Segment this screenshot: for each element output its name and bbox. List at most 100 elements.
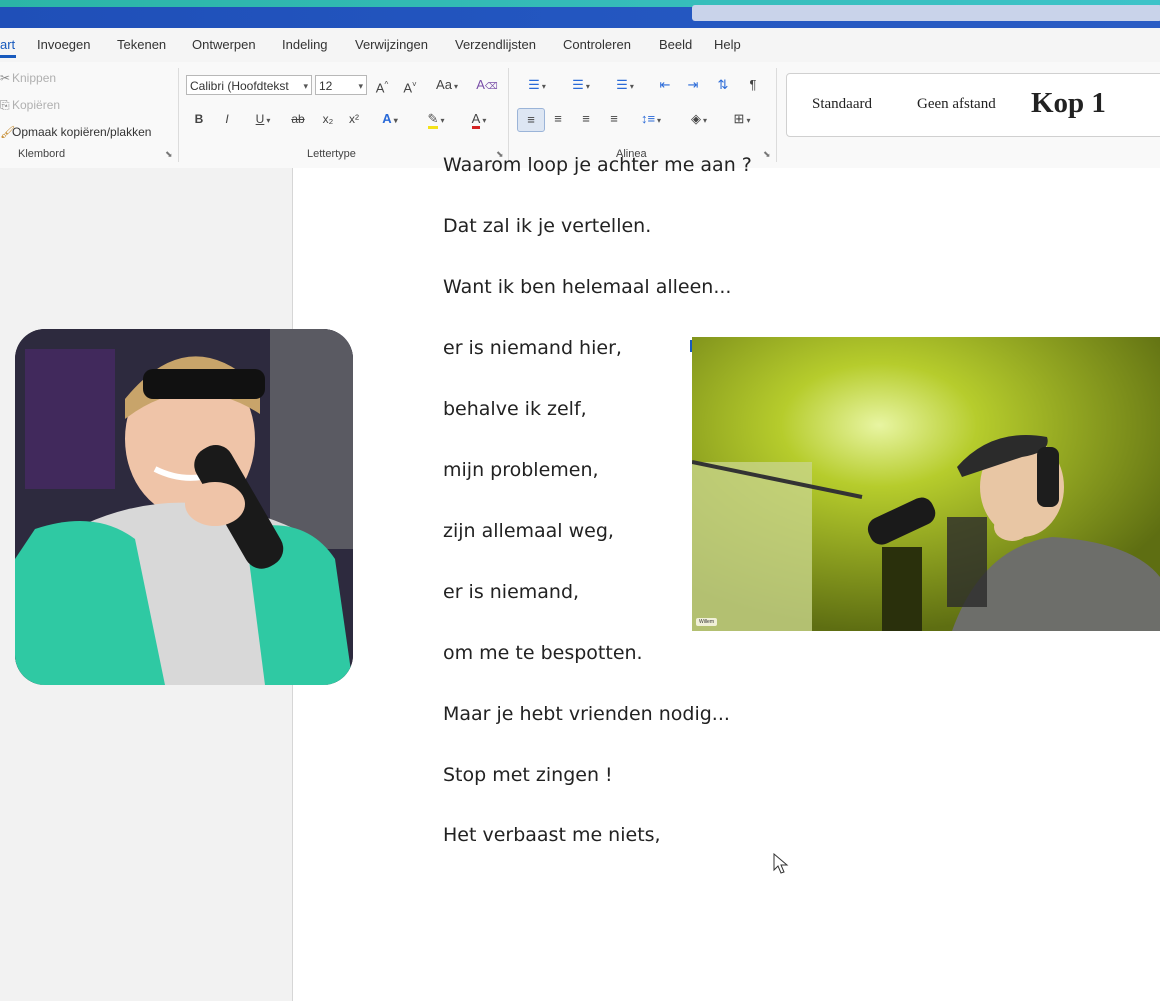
tab-controleren[interactable]: Controleren bbox=[563, 37, 631, 52]
document-line: Het verbaast me niets, bbox=[443, 824, 661, 846]
chevron-down-icon: ▾ bbox=[358, 81, 363, 91]
tab-verzendlijsten[interactable]: Verzendlijsten bbox=[455, 37, 536, 52]
italic-button[interactable]: I bbox=[218, 108, 236, 130]
webcam-overlay-guest: Willem bbox=[692, 337, 1160, 631]
active-tab-indicator bbox=[0, 55, 16, 58]
styles-gallery: Standaard Geen afstand Kop 1 bbox=[786, 73, 1160, 137]
tab-indeling[interactable]: Indeling bbox=[282, 37, 328, 52]
chevron-down-icon: ▾ bbox=[393, 116, 398, 125]
superscript-button[interactable]: x² bbox=[344, 108, 364, 130]
align-left-icon[interactable]: ≡ bbox=[517, 108, 545, 132]
document-line: er is niemand, bbox=[443, 581, 580, 603]
chevron-down-icon: ▾ bbox=[746, 116, 751, 125]
ribbon-tabs: art Invoegen Tekenen Ontwerpen Indeling … bbox=[0, 28, 1160, 62]
style-kop-1[interactable]: Kop 1 bbox=[1031, 87, 1106, 120]
bullets-button[interactable]: ☰ ▾ bbox=[519, 74, 555, 96]
document-line: Stop met zingen ! bbox=[443, 764, 613, 786]
streamer-image bbox=[15, 329, 353, 685]
line-spacing-button[interactable]: ↕≡ ▾ bbox=[632, 108, 670, 130]
document-line: behalve ik zelf, bbox=[443, 398, 587, 420]
borders-button[interactable]: ⊞ ▾ bbox=[724, 108, 760, 130]
document-line: om me te bespotten. bbox=[443, 642, 643, 664]
underline-button[interactable]: U ▾ bbox=[245, 108, 281, 130]
tab-invoegen[interactable]: Invoegen bbox=[37, 37, 91, 52]
chevron-down-icon: ▾ bbox=[482, 116, 487, 125]
copy-button[interactable]: ⎘ Kopiëren bbox=[0, 98, 60, 113]
tab-beeld[interactable]: Beeld bbox=[659, 37, 692, 52]
grow-font-button[interactable]: A^ bbox=[372, 74, 392, 96]
search-box[interactable] bbox=[692, 5, 1160, 21]
group-divider bbox=[508, 68, 509, 162]
subscript-button[interactable]: x₂ bbox=[318, 108, 338, 130]
tab-tekenen[interactable]: Tekenen bbox=[117, 37, 166, 52]
font-group-label: Lettertype bbox=[307, 148, 356, 160]
paint-bucket-icon: ◈ bbox=[690, 111, 701, 126]
show-formatting-button[interactable]: ¶ bbox=[743, 74, 763, 96]
chevron-down-icon: ▾ bbox=[657, 116, 662, 125]
chevron-down-icon: ▾ bbox=[702, 116, 707, 125]
copy-icon: ⎘ bbox=[0, 98, 10, 112]
document-line: Want ik ben helemaal alleen... bbox=[443, 276, 732, 298]
font-name-combo[interactable]: Calibri (Hoofdtekst ▾ bbox=[186, 75, 312, 95]
bullet-list-icon: ☰ bbox=[528, 77, 540, 92]
cut-label: Knippen bbox=[12, 71, 57, 85]
chevron-down-icon: ▾ bbox=[453, 82, 458, 91]
change-case-label: Aa bbox=[436, 77, 452, 92]
format-painter-button[interactable]: 🖌Opmaak kopiëren/plakken bbox=[0, 125, 151, 139]
decrease-indent-icon[interactable]: ⇤ bbox=[654, 74, 676, 96]
mouse-pointer-icon bbox=[773, 853, 789, 874]
borders-icon: ⊞ bbox=[733, 111, 745, 126]
chevron-down-icon: ▾ bbox=[629, 82, 634, 91]
font-color-button[interactable]: A ▾ bbox=[460, 108, 498, 130]
font-name-value: Calibri (Hoofdtekst bbox=[190, 79, 289, 93]
ribbon: ✂ Knippen ⎘ Kopiëren 🖌Opmaak kopiëren/plak… bbox=[0, 62, 1160, 169]
sort-icon[interactable]: ⇅ bbox=[712, 74, 734, 96]
highlight-button[interactable]: ✎ ▾ bbox=[417, 108, 455, 130]
guest-image bbox=[692, 337, 1160, 631]
style-geen-afstand[interactable]: Geen afstand bbox=[917, 96, 996, 113]
strikethrough-button[interactable]: ab bbox=[287, 108, 309, 130]
document-line: Dat zal ik je vertellen. bbox=[443, 215, 652, 237]
change-case-button[interactable]: Aa ▾ bbox=[429, 74, 465, 96]
tab-verwijzingen[interactable]: Verwijzingen bbox=[355, 37, 428, 52]
clear-formatting-icon[interactable]: A⌫ bbox=[476, 74, 498, 96]
align-center-icon[interactable]: ≡ bbox=[547, 108, 569, 130]
font-size-combo[interactable]: 12 ▾ bbox=[315, 75, 367, 95]
justify-icon[interactable]: ≡ bbox=[603, 108, 625, 130]
document-line: Maar je hebt vrienden nodig... bbox=[443, 703, 730, 725]
increase-indent-icon[interactable]: ⇥ bbox=[682, 74, 704, 96]
chevron-down-icon: ▾ bbox=[303, 81, 308, 91]
underline-label: U bbox=[255, 112, 265, 126]
document-line: mijn problemen, bbox=[443, 459, 599, 481]
group-divider bbox=[776, 68, 777, 162]
line-spacing-icon: ↕≡ bbox=[640, 111, 656, 126]
align-right-icon[interactable]: ≡ bbox=[575, 108, 597, 130]
copy-label: Kopiëren bbox=[12, 98, 61, 112]
tab-start[interactable]: art bbox=[0, 37, 15, 52]
document-line: er is niemand hier, bbox=[443, 337, 622, 359]
text-effects-button[interactable]: A ▾ bbox=[373, 108, 407, 130]
shading-button[interactable]: ◈ ▾ bbox=[681, 108, 717, 130]
webcam-overlay-streamer bbox=[15, 329, 353, 685]
bold-button[interactable]: B bbox=[190, 108, 208, 130]
paragraph-launcher-icon[interactable]: ⬊ bbox=[763, 149, 771, 160]
tab-ontwerpen[interactable]: Ontwerpen bbox=[192, 37, 256, 52]
cut-button[interactable]: ✂ Knippen bbox=[0, 71, 56, 85]
text-effects-label: A bbox=[382, 111, 392, 126]
document-line: Waarom loop je achter me aan ? bbox=[443, 154, 752, 176]
chevron-down-icon: ▾ bbox=[541, 82, 546, 91]
brush-icon: 🖌 bbox=[0, 125, 16, 139]
scissors-icon: ✂ bbox=[0, 71, 11, 85]
multilevel-list-button[interactable]: ☰ ▾ bbox=[607, 74, 643, 96]
chevron-down-icon: ▾ bbox=[585, 82, 590, 91]
multilevel-list-icon: ☰ bbox=[616, 77, 628, 92]
shrink-font-button[interactable]: A˅ bbox=[400, 74, 420, 96]
clipboard-launcher-icon[interactable]: ⬊ bbox=[165, 149, 173, 160]
chevron-down-icon: ▾ bbox=[440, 116, 445, 125]
numbering-button[interactable]: ☰ ▾ bbox=[563, 74, 599, 96]
document-line: zijn allemaal weg, bbox=[443, 520, 614, 542]
font-color-label: A bbox=[471, 111, 481, 129]
style-standaard[interactable]: Standaard bbox=[812, 96, 872, 113]
clipboard-group-label: Klembord bbox=[18, 148, 66, 160]
tab-help[interactable]: Help bbox=[714, 37, 741, 52]
